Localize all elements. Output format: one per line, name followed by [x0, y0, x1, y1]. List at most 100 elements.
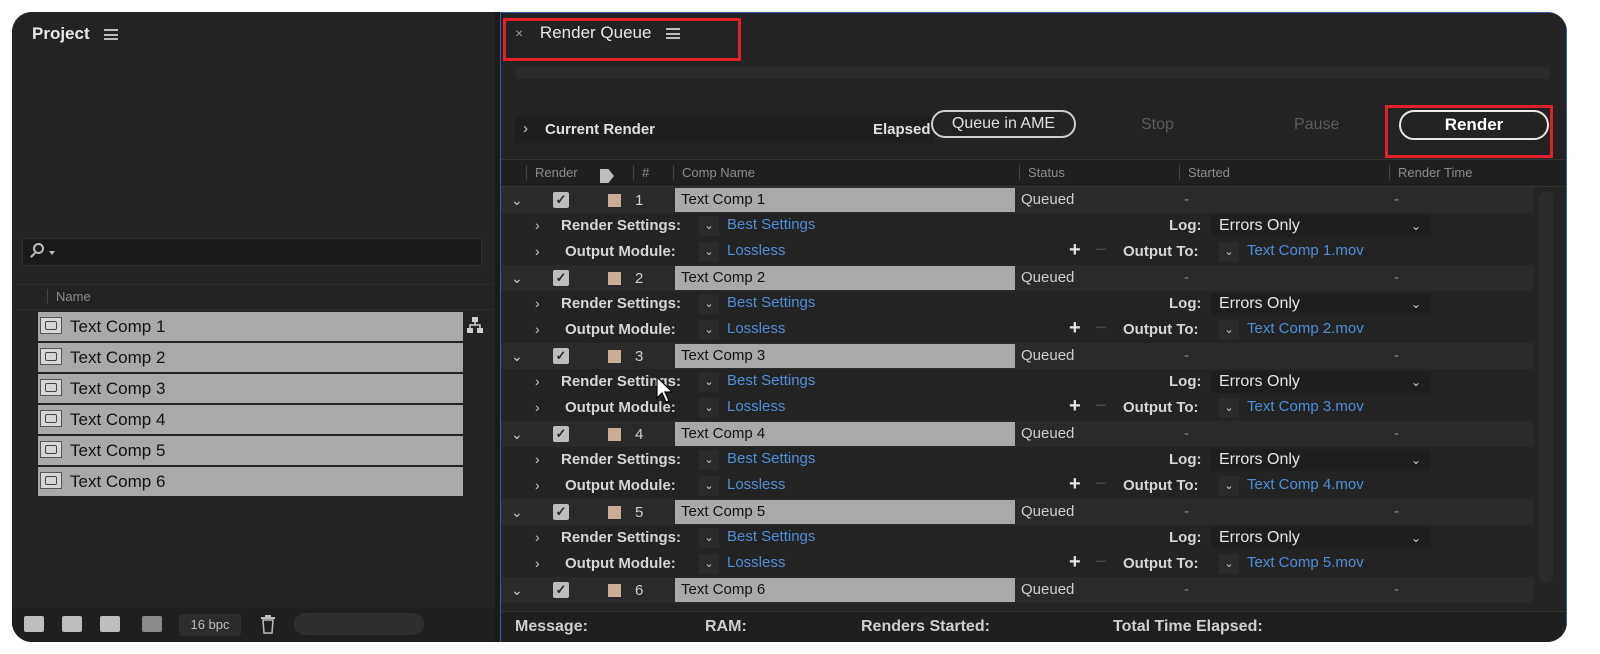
collapse-chevron-icon[interactable]: ⌄: [511, 426, 523, 443]
add-output-module-icon[interactable]: +: [1069, 317, 1081, 340]
expand-chevron-icon[interactable]: ›: [535, 373, 540, 389]
project-item[interactable]: Text Comp 1: [38, 312, 463, 341]
render-item-row[interactable]: ⌄ ✓ 2 Text Comp 2 Queued - -: [501, 265, 1534, 291]
column-comp-name[interactable]: Comp Name: [673, 165, 755, 180]
output-to-dropdown[interactable]: ⌄: [1219, 320, 1239, 340]
output-to-dropdown[interactable]: ⌄: [1219, 242, 1239, 262]
expand-chevron-icon[interactable]: ›: [535, 217, 540, 233]
add-output-module-icon[interactable]: +: [1069, 395, 1081, 418]
render-item-comp-name[interactable]: Text Comp 3: [675, 344, 1015, 368]
render-settings-dropdown[interactable]: ⌄: [699, 528, 719, 548]
render-settings-dropdown[interactable]: ⌄: [699, 372, 719, 392]
output-file-link[interactable]: Text Comp 2.mov: [1247, 320, 1364, 337]
new-folder-icon[interactable]: [62, 616, 82, 632]
render-settings-link[interactable]: Best Settings: [727, 294, 815, 311]
output-file-link[interactable]: Text Comp 3.mov: [1247, 398, 1364, 415]
label-color-swatch[interactable]: [608, 194, 621, 207]
add-output-module-icon[interactable]: +: [1069, 473, 1081, 496]
add-output-module-icon[interactable]: +: [1069, 551, 1081, 574]
project-search-input[interactable]: [22, 238, 482, 266]
project-item[interactable]: Text Comp 2: [38, 343, 463, 372]
expand-chevron-icon[interactable]: ›: [535, 529, 540, 545]
render-item-row[interactable]: ⌄ ✓ 1 Text Comp 1 Queued - -: [501, 187, 1534, 213]
render-item-row[interactable]: ⌄ ✓ 5 Text Comp 5 Queued - -: [501, 499, 1534, 525]
output-module-dropdown[interactable]: ⌄: [699, 398, 719, 418]
render-settings-dropdown[interactable]: ⌄: [699, 450, 719, 470]
render-checkbox[interactable]: ✓: [553, 504, 569, 520]
output-file-link[interactable]: Text Comp 4.mov: [1247, 476, 1364, 493]
project-item[interactable]: Text Comp 3: [38, 374, 463, 403]
queue-in-ame-button[interactable]: Queue in AME: [931, 110, 1076, 138]
log-select[interactable]: Errors Only ⌄: [1211, 371, 1431, 393]
log-select[interactable]: Errors Only ⌄: [1211, 215, 1431, 237]
output-module-dropdown[interactable]: ⌄: [699, 242, 719, 262]
column-render[interactable]: Render: [526, 165, 578, 180]
render-settings-link[interactable]: Best Settings: [727, 528, 815, 545]
project-item[interactable]: Text Comp 5: [38, 436, 463, 465]
render-checkbox[interactable]: ✓: [553, 426, 569, 442]
remove-output-module-icon[interactable]: −: [1095, 395, 1107, 418]
project-item[interactable]: Text Comp 6: [38, 467, 463, 496]
expand-chevron-icon[interactable]: ›: [535, 243, 540, 259]
output-file-link[interactable]: Text Comp 1.mov: [1247, 242, 1364, 259]
pause-button[interactable]: Pause: [1294, 116, 1339, 134]
render-settings-dropdown[interactable]: ⌄: [699, 216, 719, 236]
render-item-row[interactable]: ⌄ ✓ 4 Text Comp 4 Queued - -: [501, 421, 1534, 447]
log-select[interactable]: Errors Only ⌄: [1211, 449, 1431, 471]
label-color-swatch[interactable]: [608, 350, 621, 363]
output-module-dropdown[interactable]: ⌄: [699, 320, 719, 340]
output-module-link[interactable]: Lossless: [727, 320, 785, 337]
render-item-comp-name[interactable]: Text Comp 4: [675, 422, 1015, 446]
output-file-link[interactable]: Text Comp 5.mov: [1247, 554, 1364, 571]
collapse-chevron-icon[interactable]: ⌄: [511, 348, 523, 365]
collapse-chevron-icon[interactable]: ⌄: [511, 270, 523, 287]
label-color-swatch[interactable]: [608, 428, 621, 441]
render-item-comp-name[interactable]: Text Comp 6: [675, 578, 1015, 602]
render-item-row[interactable]: ⌄ ✓ 6 Text Comp 6 Queued - -: [501, 577, 1534, 603]
collapse-chevron-icon[interactable]: ⌄: [511, 582, 523, 599]
output-module-dropdown[interactable]: ⌄: [699, 554, 719, 574]
expand-chevron-icon[interactable]: ›: [523, 120, 528, 137]
output-to-dropdown[interactable]: ⌄: [1219, 554, 1239, 574]
remove-output-module-icon[interactable]: −: [1095, 473, 1107, 496]
search-dropdown-icon[interactable]: [49, 251, 55, 255]
column-started[interactable]: Started: [1179, 165, 1230, 180]
name-column-header[interactable]: Name: [12, 284, 495, 310]
column-render-time[interactable]: Render Time: [1389, 165, 1472, 180]
output-module-link[interactable]: Lossless: [727, 476, 785, 493]
render-checkbox[interactable]: ✓: [553, 348, 569, 364]
render-item-comp-name[interactable]: Text Comp 1: [675, 188, 1015, 212]
column-status[interactable]: Status: [1019, 165, 1065, 180]
log-select[interactable]: Errors Only ⌄: [1211, 527, 1431, 549]
expand-chevron-icon[interactable]: ›: [535, 295, 540, 311]
output-module-link[interactable]: Lossless: [727, 242, 785, 259]
render-settings-link[interactable]: Best Settings: [727, 216, 815, 233]
render-settings-link[interactable]: Best Settings: [727, 372, 815, 389]
expand-chevron-icon[interactable]: ›: [535, 451, 540, 467]
render-settings-dropdown[interactable]: ⌄: [699, 294, 719, 314]
stop-button[interactable]: Stop: [1141, 116, 1174, 134]
trash-icon[interactable]: [259, 614, 277, 634]
adjust-project-settings-icon[interactable]: [142, 616, 162, 632]
label-color-swatch[interactable]: [608, 506, 621, 519]
label-color-swatch[interactable]: [608, 272, 621, 285]
expand-chevron-icon[interactable]: ›: [535, 321, 540, 337]
expand-chevron-icon[interactable]: ›: [535, 477, 540, 493]
remove-output-module-icon[interactable]: −: [1095, 317, 1107, 340]
new-composition-icon[interactable]: [100, 616, 120, 632]
output-module-dropdown[interactable]: ⌄: [699, 476, 719, 496]
interpret-footage-icon[interactable]: [24, 616, 44, 632]
collapse-chevron-icon[interactable]: ⌄: [511, 504, 523, 521]
output-to-dropdown[interactable]: ⌄: [1219, 398, 1239, 418]
expand-chevron-icon[interactable]: ›: [535, 399, 540, 415]
project-item[interactable]: Text Comp 4: [38, 405, 463, 434]
flowchart-icon[interactable]: [466, 316, 484, 334]
log-select[interactable]: Errors Only ⌄: [1211, 293, 1431, 315]
render-checkbox[interactable]: ✓: [553, 582, 569, 598]
render-item-row[interactable]: ⌄ ✓ 3 Text Comp 3 Queued - -: [501, 343, 1534, 369]
vertical-scrollbar[interactable]: [1539, 191, 1553, 583]
add-output-module-icon[interactable]: +: [1069, 239, 1081, 262]
bit-depth-button[interactable]: 16 bpc: [179, 614, 241, 636]
footer-slider[interactable]: [294, 613, 424, 635]
render-checkbox[interactable]: ✓: [553, 192, 569, 208]
